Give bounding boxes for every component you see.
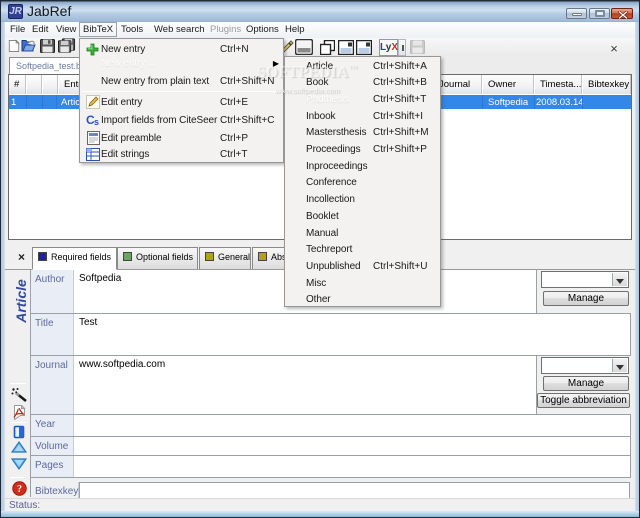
svg-text:?: ? <box>17 484 22 495</box>
